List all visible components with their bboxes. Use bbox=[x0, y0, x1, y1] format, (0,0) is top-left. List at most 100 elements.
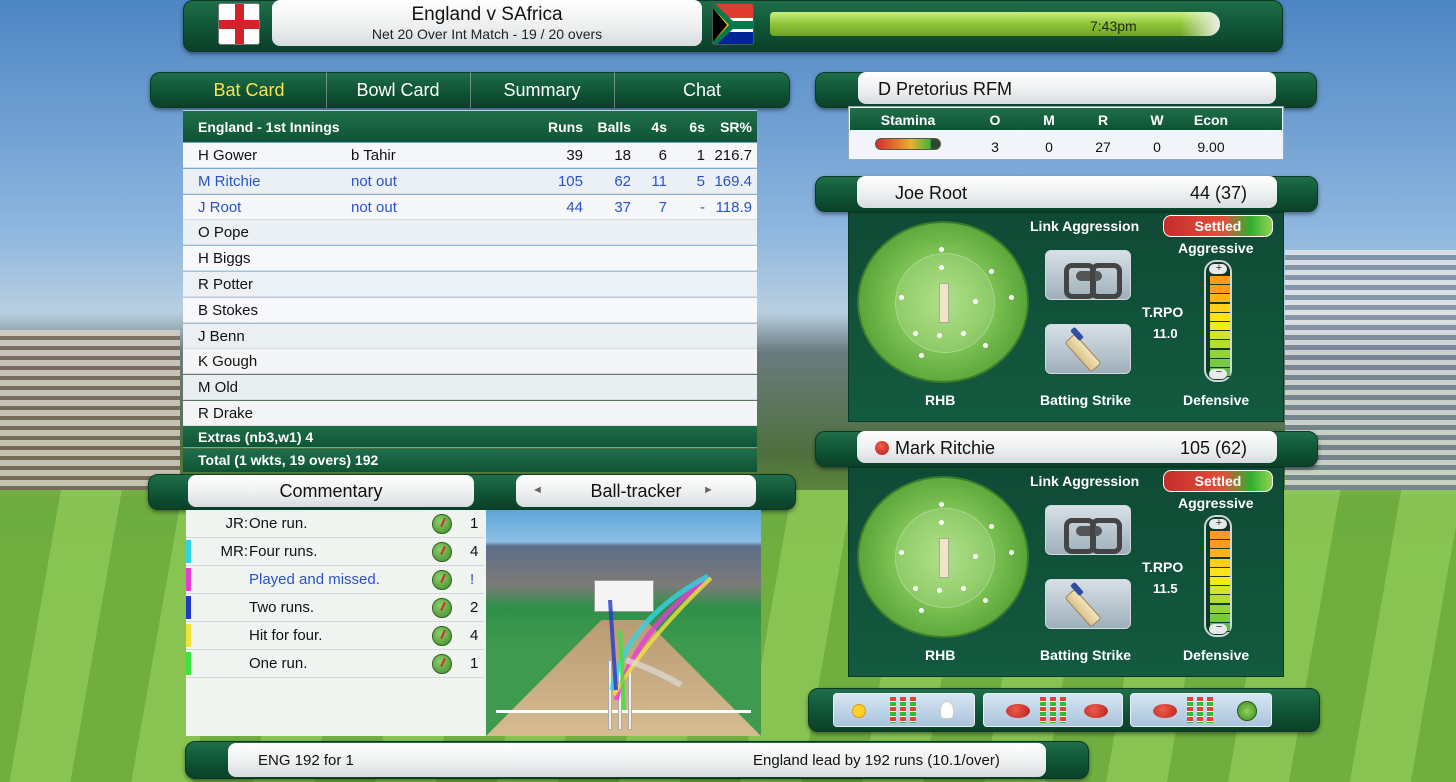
batting-strike-button[interactable] bbox=[1045, 324, 1131, 374]
batter-title[interactable]: Mark Ritchie 105 (62) bbox=[857, 431, 1277, 463]
minus-icon[interactable]: − bbox=[1214, 366, 1224, 378]
batcard-row[interactable]: O Pope bbox=[183, 220, 757, 246]
bowler-maidens: 0 bbox=[1045, 139, 1053, 155]
cricket-ball-icon bbox=[1153, 704, 1177, 718]
ball-tracker-next-arrow-icon[interactable]: ► bbox=[703, 484, 714, 496]
fielding-map[interactable] bbox=[857, 476, 1029, 638]
minus-icon[interactable]: − bbox=[1214, 621, 1224, 633]
commentary-item[interactable]: JR: One run. 1 bbox=[186, 510, 484, 538]
col-economy: Econ bbox=[1193, 112, 1229, 128]
fielder-dot bbox=[1009, 295, 1014, 300]
batting-hand: RHB bbox=[925, 647, 956, 663]
batcard-name: K Gough bbox=[198, 353, 258, 371]
match-info: England v SAfrica Net 20 Over Int Match … bbox=[272, 0, 702, 46]
batcard-runs: 105 bbox=[557, 172, 583, 190]
plus-icon[interactable]: + bbox=[1214, 262, 1224, 274]
aggression-segment bbox=[1210, 340, 1230, 350]
batcard-balls: 37 bbox=[614, 198, 631, 216]
batcard-row[interactable]: M Ritchie not out 105 62 11 5 169.4 bbox=[183, 168, 757, 194]
col-runs-conceded: R bbox=[1097, 112, 1109, 128]
commentary-text: Two runs. bbox=[249, 599, 315, 616]
fielder-dot bbox=[913, 331, 918, 336]
commentary-item[interactable]: Hit for four. 4 bbox=[186, 622, 484, 650]
fielder-dot bbox=[1009, 550, 1014, 555]
fielder-dot bbox=[961, 331, 966, 336]
batting-strike-label: Batting Strike bbox=[1040, 647, 1132, 663]
ball-tracker-tab[interactable]: Ball-tracker bbox=[516, 475, 756, 507]
field-shot-icon[interactable] bbox=[432, 654, 452, 674]
pitch-control[interactable] bbox=[983, 693, 1123, 727]
batting-strike-button[interactable] bbox=[1045, 579, 1131, 629]
ball-trajectories bbox=[608, 573, 713, 711]
batting-strike-label: Batting Strike bbox=[1040, 392, 1132, 408]
fielder-dot bbox=[973, 299, 978, 304]
fielding-map[interactable] bbox=[857, 221, 1029, 383]
aggression-mode-toggle[interactable]: Settled bbox=[1163, 215, 1273, 237]
aggression-segment bbox=[1210, 331, 1230, 341]
fielder-dot bbox=[913, 586, 918, 591]
commentary-color-stripe bbox=[186, 652, 191, 675]
field-shot-icon[interactable] bbox=[432, 514, 452, 534]
ball-control[interactable] bbox=[1130, 693, 1272, 727]
batcard-row[interactable]: J Root not out 44 37 7 -118.9 bbox=[183, 194, 757, 220]
field-shot-icon[interactable] bbox=[432, 598, 452, 618]
aggression-mode-toggle[interactable]: Settled bbox=[1163, 470, 1273, 492]
batting-hand: RHB bbox=[925, 392, 956, 408]
ball-tracker-prev-arrow-icon[interactable]: ◄ bbox=[532, 484, 543, 496]
batcard-total: Total (1 wkts, 19 overs) 192 bbox=[183, 449, 757, 472]
batcard-name: M Ritchie bbox=[198, 172, 261, 190]
batcard-name: R Potter bbox=[198, 276, 254, 293]
tab-summary[interactable]: Summary bbox=[470, 72, 614, 108]
col-wickets: W bbox=[1150, 112, 1164, 128]
link-chain-icon[interactable] bbox=[1045, 250, 1131, 300]
batcard-name: J Root bbox=[198, 198, 242, 216]
commentary-item[interactable]: Two runs. 2 bbox=[186, 594, 484, 622]
cricket-bat-icon bbox=[1064, 333, 1102, 373]
aggression-slider[interactable]: + − bbox=[1204, 515, 1232, 637]
fielder-dot bbox=[939, 265, 944, 270]
match-title: England v SAfrica bbox=[411, 4, 563, 25]
batcard-row[interactable]: H Biggs bbox=[183, 246, 757, 272]
plus-icon[interactable]: + bbox=[1214, 517, 1224, 529]
col-maidens: M bbox=[1043, 112, 1055, 128]
tab-bat-card[interactable]: Bat Card bbox=[172, 72, 326, 108]
batcard-row[interactable]: B Stokes bbox=[183, 297, 757, 323]
batcard-row[interactable]: R Potter bbox=[183, 272, 757, 297]
aggression-segment bbox=[1210, 285, 1230, 295]
innings-progress-bar bbox=[770, 12, 1220, 36]
fielder-dot bbox=[919, 608, 924, 613]
commentary-color-stripe bbox=[186, 568, 191, 591]
commentary-batter: MR: bbox=[220, 543, 249, 560]
aggression-slider[interactable]: + − bbox=[1204, 260, 1232, 382]
commentary-color-stripe bbox=[186, 624, 191, 647]
aggression-segment bbox=[1210, 303, 1230, 313]
field-shot-icon[interactable] bbox=[432, 542, 452, 562]
batcard-row[interactable]: R Drake bbox=[183, 401, 757, 426]
batcard-row[interactable]: K Gough bbox=[183, 349, 757, 375]
aggression-segment bbox=[1210, 276, 1230, 285]
commentary-tab[interactable]: Commentary bbox=[188, 475, 474, 507]
commentary-result: 2 bbox=[470, 599, 479, 616]
batcard-row[interactable]: H Gower b Tahir 39 18 6 1 216.7 bbox=[183, 143, 757, 168]
aggression-segment bbox=[1210, 322, 1230, 331]
commentary-item[interactable]: Played and missed.! bbox=[186, 566, 484, 594]
aggression-segment bbox=[1210, 549, 1230, 559]
commentary-item[interactable]: MR: Four runs. 4 bbox=[186, 538, 484, 566]
level-meter-icon bbox=[900, 697, 906, 723]
tab-bowl-card[interactable]: Bowl Card bbox=[326, 72, 470, 108]
field-shot-icon[interactable] bbox=[432, 626, 452, 646]
match-clock: 7:43pm bbox=[1090, 18, 1137, 34]
commentary-result: ! bbox=[470, 571, 475, 588]
batcard-row[interactable]: M Old bbox=[183, 375, 757, 401]
batter-title[interactable]: Joe Root 44 (37) bbox=[857, 176, 1277, 208]
commentary-item[interactable]: One run. 1 bbox=[186, 650, 484, 678]
weather-control[interactable] bbox=[833, 693, 975, 727]
field-shot-icon[interactable] bbox=[432, 570, 452, 590]
link-chain-icon[interactable] bbox=[1045, 505, 1131, 555]
tab-chat[interactable]: Chat bbox=[614, 72, 790, 108]
aggression-segment bbox=[1210, 558, 1230, 568]
batter-score: 105 (62) bbox=[1179, 438, 1247, 458]
batcard-row[interactable]: J Benn bbox=[183, 323, 757, 349]
batcard-name: J Benn bbox=[198, 327, 245, 345]
fielder-dot bbox=[989, 524, 994, 529]
